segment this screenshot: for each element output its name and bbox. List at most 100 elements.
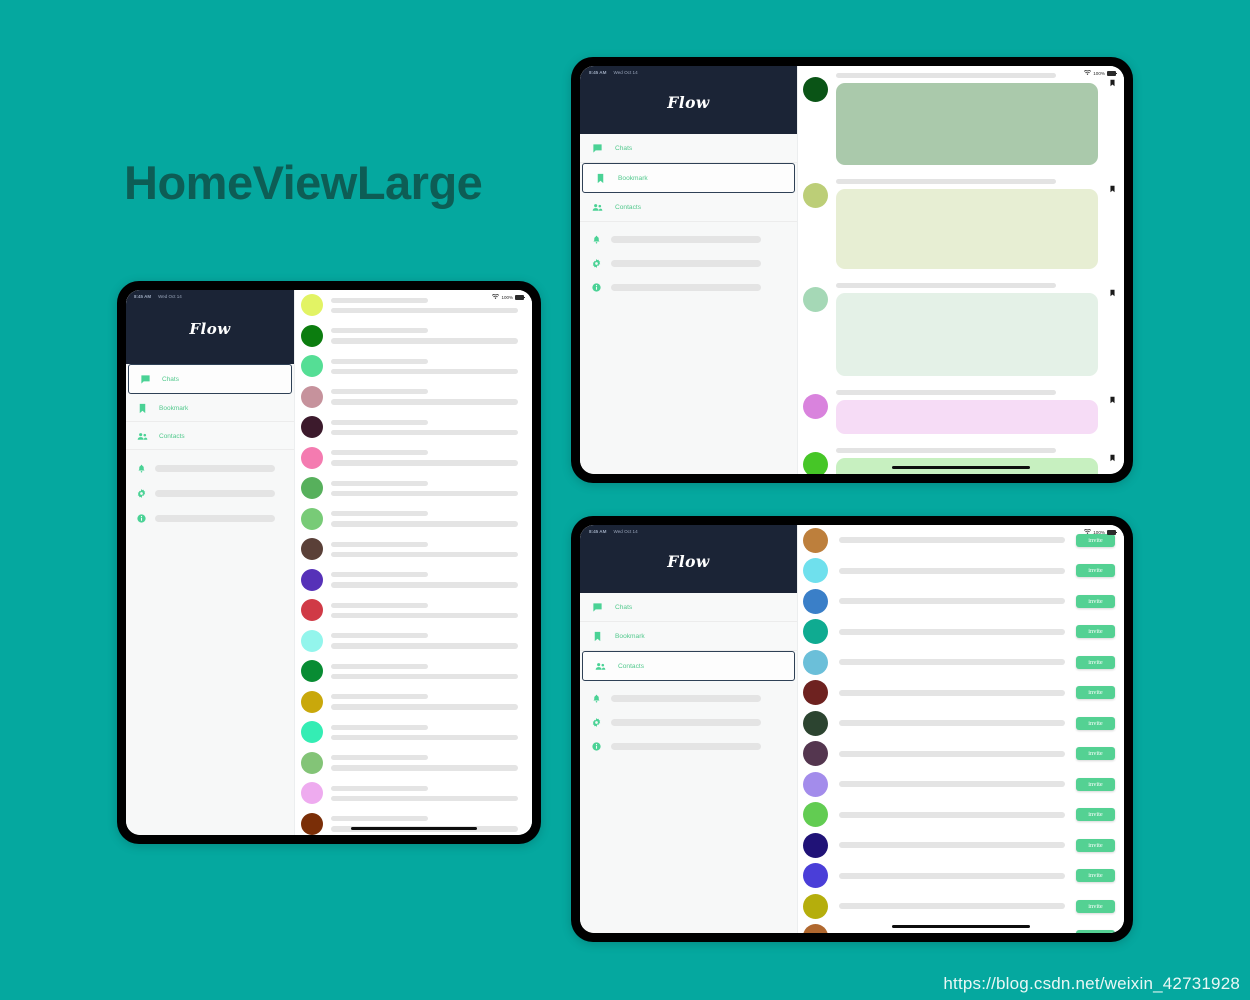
sidebar-placeholder-notifications[interactable] (580, 235, 797, 244)
chat-list-item[interactable] (295, 748, 532, 779)
sidebar-item-contacts[interactable]: Contacts (582, 651, 795, 681)
avatar (803, 558, 828, 584)
sidebar-placeholder-notifications[interactable] (126, 464, 294, 473)
placeholder-bar (611, 695, 761, 702)
invite-button[interactable]: invite (1076, 838, 1115, 852)
chat-list-item[interactable] (295, 534, 532, 565)
chat-list-item[interactable] (295, 565, 532, 596)
chat-message-placeholder (331, 673, 518, 679)
contact-list-item[interactable]: invite (798, 678, 1124, 709)
sidebar-item-bookmark-label: Bookmark (618, 174, 648, 182)
chat-list-item[interactable] (295, 382, 532, 413)
bookmark-list-item[interactable] (798, 66, 1124, 172)
bookmark-filled-icon[interactable] (1106, 179, 1118, 194)
bookmark-list-item[interactable] (798, 441, 1124, 474)
chat-message-placeholder (331, 551, 518, 557)
contact-list-item[interactable]: invite (798, 830, 1124, 861)
chat-list-item[interactable] (295, 321, 532, 352)
bookmark-card[interactable] (836, 400, 1098, 434)
chat-list-item[interactable] (295, 595, 532, 626)
chat-list-item[interactable] (295, 717, 532, 748)
battery-percent-label: 100% (1093, 529, 1105, 535)
sidebar-item-bookmark[interactable]: Bookmark (582, 163, 795, 193)
contact-list-item[interactable]: invite (798, 861, 1124, 892)
chat-list-item[interactable] (295, 809, 532, 836)
bookmark-card[interactable] (836, 189, 1098, 269)
sidebar-placeholder-settings[interactable] (580, 259, 797, 268)
contact-list-item[interactable]: invite (798, 739, 1124, 770)
sidebar-item-chats[interactable]: Chats (128, 364, 292, 394)
invite-button[interactable]: invite (1076, 869, 1115, 883)
contact-name-placeholder (839, 781, 1065, 788)
chat-list[interactable] (295, 290, 532, 835)
contact-list-item[interactable]: invite (798, 708, 1124, 739)
bookmark-card[interactable] (836, 83, 1098, 165)
contact-list-item[interactable]: invite (798, 891, 1124, 922)
bookmark-filled-icon[interactable] (1106, 283, 1118, 298)
chat-list-item[interactable] (295, 778, 532, 809)
sidebar-placeholder-info[interactable] (126, 514, 294, 523)
sidebar-item-bookmark[interactable]: Bookmark (580, 622, 797, 651)
bookmark-list-item[interactable] (798, 383, 1124, 441)
contact-list-item[interactable]: invite (798, 586, 1124, 617)
bookmark-title-placeholder (836, 283, 1057, 288)
sidebar-placeholder-notifications[interactable] (580, 694, 797, 703)
chat-text-placeholder (331, 663, 518, 679)
avatar (301, 660, 323, 683)
contact-list-item[interactable]: invite (798, 647, 1124, 678)
chat-list-item[interactable] (295, 443, 532, 474)
people-icon (592, 202, 603, 213)
chat-list-item[interactable] (295, 351, 532, 382)
chat-name-placeholder (331, 389, 429, 394)
sidebar-placeholder-settings[interactable] (580, 718, 797, 727)
invite-button[interactable]: invite (1076, 594, 1115, 608)
chat-name-placeholder (331, 541, 429, 547)
invite-button[interactable]: invite (1076, 655, 1115, 669)
sidebar-placeholder-settings[interactable] (126, 489, 294, 498)
bookmark-list[interactable] (798, 66, 1124, 474)
sidebar-item-contacts-label: Contacts (615, 204, 642, 211)
chat-text-placeholder (331, 358, 518, 374)
bookmark-card[interactable] (836, 293, 1098, 376)
invite-button[interactable]: invite (1076, 747, 1115, 761)
chat-list-item[interactable] (295, 626, 532, 657)
chat-list-item[interactable] (295, 656, 532, 687)
sidebar-item-chats[interactable]: Chats (580, 593, 797, 622)
sidebar-item-contacts[interactable]: Contacts (580, 193, 797, 222)
chat-list-item[interactable] (295, 504, 532, 535)
invite-button[interactable]: invite (1076, 899, 1115, 913)
bookmark-filled-icon[interactable] (1106, 448, 1118, 463)
chat-message-placeholder (331, 521, 518, 527)
invite-button[interactable]: invite (1076, 625, 1115, 639)
contact-list-item[interactable]: invite (798, 617, 1124, 648)
sidebar-item-contacts[interactable]: Contacts (126, 422, 294, 450)
avatar (301, 721, 323, 744)
invite-button[interactable]: invite (1076, 564, 1115, 578)
bookmark-list-item[interactable] (798, 276, 1124, 383)
invite-button[interactable]: invite (1076, 533, 1115, 547)
invite-button[interactable]: invite (1076, 808, 1115, 822)
contacts-list[interactable]: invite invite invite invite invite invite invi… (798, 525, 1124, 933)
contact-list-item[interactable]: invite (798, 525, 1124, 556)
home-indicator (892, 466, 1030, 469)
avatar (301, 324, 323, 347)
sidebar-item-chats[interactable]: Chats (580, 134, 797, 163)
contact-list-item[interactable]: invite (798, 556, 1124, 587)
bookmark-filled-icon[interactable] (1106, 390, 1118, 405)
bookmark-list-item[interactable] (798, 172, 1124, 276)
sidebar-placeholder-info[interactable] (580, 742, 797, 751)
invite-button[interactable]: invite (1076, 930, 1115, 933)
gear-icon (137, 489, 146, 498)
contact-list-item[interactable]: invite (798, 769, 1124, 800)
contact-name-placeholder (839, 628, 1065, 635)
invite-button[interactable]: invite (1076, 716, 1115, 730)
chat-list-item[interactable] (295, 687, 532, 718)
chat-list-item[interactable] (295, 412, 532, 443)
sidebar-item-bookmark[interactable]: Bookmark (126, 394, 294, 422)
invite-button[interactable]: invite (1076, 777, 1115, 791)
invite-button[interactable]: invite (1076, 686, 1115, 700)
sidebar-placeholder-info[interactable] (580, 283, 797, 292)
avatar (803, 183, 828, 208)
chat-list-item[interactable] (295, 473, 532, 504)
contact-list-item[interactable]: invite (798, 800, 1124, 831)
